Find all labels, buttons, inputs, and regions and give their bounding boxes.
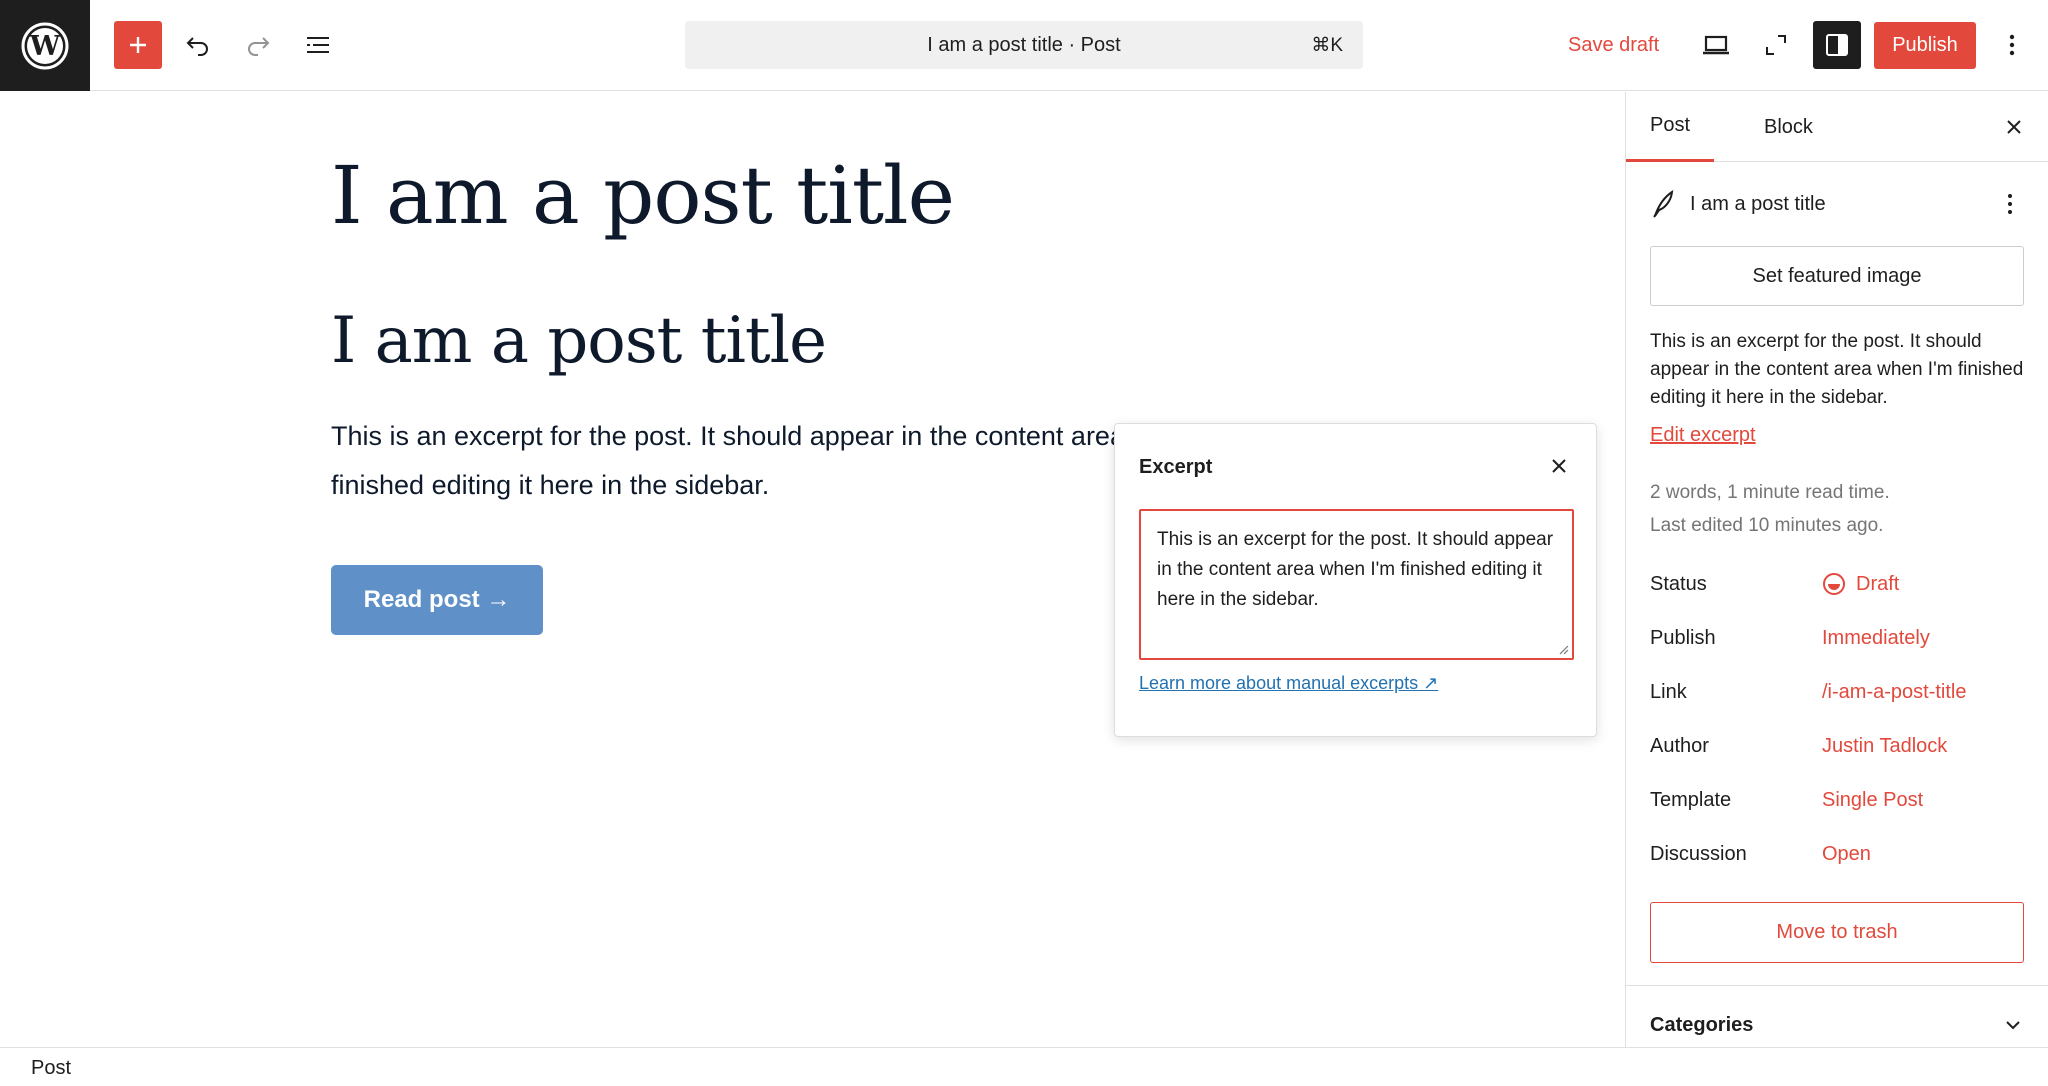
undo-button[interactable] (174, 21, 222, 69)
discussion-row: Discussion Open (1650, 834, 2025, 874)
document-title: I am a post title · Post (927, 33, 1121, 56)
last-edited-text: Last edited 10 minutes ago. (1650, 515, 1884, 536)
permalink-button[interactable]: /i-am-a-post-title (1822, 681, 1966, 704)
chevron-down-icon (2006, 1021, 2020, 1030)
excerpt-textarea-value: This is an excerpt for the post. It shou… (1157, 529, 1554, 610)
sidebar-settings-icon (1826, 34, 1848, 56)
editor-header: W I am a post title · Post ⌘K Save draft (0, 0, 2048, 91)
tab-block[interactable]: Block (1740, 92, 1837, 162)
edit-excerpt-link[interactable]: Edit excerpt (1650, 424, 1756, 447)
settings-sidebar: Post Block I am a post title Set feature… (1625, 92, 2048, 1047)
command-palette-bar[interactable]: I am a post title · Post ⌘K (685, 21, 1363, 69)
post-summary-header: I am a post title (1650, 184, 2025, 224)
status-label: Status (1650, 572, 1707, 595)
redo-button[interactable] (234, 21, 282, 69)
kebab-menu-icon (2008, 194, 2012, 214)
close-sidebar-button[interactable] (1999, 112, 2029, 142)
desktop-preview-icon (1703, 35, 1729, 55)
options-menu-button[interactable] (1988, 21, 2036, 69)
post-title-block[interactable]: I am a post title (331, 304, 827, 378)
editor-footer: Post (0, 1047, 2048, 1086)
breadcrumb[interactable]: Post (31, 1057, 71, 1080)
excerpt-popover-title: Excerpt (1139, 456, 1213, 478)
link-label: Link (1650, 680, 1687, 703)
sidebar-tabs: Post Block (1626, 92, 2048, 162)
kebab-menu-icon (2009, 34, 2015, 56)
read-post-button[interactable]: Read post → (331, 565, 543, 635)
post-summary-title: I am a post title (1690, 192, 1826, 215)
settings-toggle-button[interactable] (1813, 21, 1861, 69)
close-icon (1552, 459, 1566, 473)
svg-text:W: W (29, 31, 61, 62)
template-button[interactable]: Single Post (1822, 789, 1923, 812)
status-value: Draft (1856, 572, 1900, 595)
draft-status-icon (1823, 573, 1845, 595)
excerpt-textarea[interactable]: This is an excerpt for the post. It shou… (1139, 509, 1574, 660)
publish-label: Publish (1650, 626, 1716, 649)
undo-icon (186, 37, 208, 56)
save-draft-button[interactable]: Save draft (1566, 24, 1661, 66)
plus-icon (130, 37, 146, 53)
close-icon (2007, 120, 2021, 134)
categories-label: Categories (1650, 1013, 1754, 1036)
status-row: Status Draft (1650, 564, 2025, 604)
sidebar-divider (1626, 985, 2048, 986)
template-row: Template Single Post (1650, 780, 2025, 820)
template-label: Template (1650, 788, 1732, 811)
tab-post[interactable]: Post (1626, 92, 1715, 162)
set-featured-image-button[interactable]: Set featured image (1650, 246, 2024, 306)
list-view-button[interactable] (294, 21, 342, 69)
post-meta-info: 2 words, 1 minute read time. Last edited… (1650, 476, 1890, 542)
post-title-field[interactable]: I am a post title (331, 149, 955, 242)
preview-button[interactable] (1692, 21, 1740, 69)
excerpt-popover: Excerpt This is an excerpt for the post.… (1114, 423, 1597, 737)
publish-date-button[interactable]: Immediately (1822, 627, 1930, 650)
add-block-button[interactable] (114, 21, 162, 69)
command-shortcut: ⌘K (1311, 35, 1343, 56)
sidebar-excerpt-text: This is an excerpt for the post. It shou… (1650, 331, 2024, 408)
redo-icon (248, 37, 270, 56)
wordpress-logo-icon[interactable]: W (0, 0, 90, 91)
discussion-button[interactable]: Open (1822, 843, 1871, 866)
author-button[interactable]: Justin Tadlock (1822, 735, 1947, 758)
status-value-button[interactable]: Draft (1822, 572, 1899, 596)
fullscreen-icon (1766, 35, 1786, 55)
categories-panel-toggle[interactable]: Categories (1650, 1005, 2025, 1045)
link-row: Link /i-am-a-post-title (1650, 672, 2025, 712)
move-to-trash-button[interactable]: Move to trash (1650, 902, 2024, 963)
resize-grip-icon[interactable] (1557, 643, 1569, 655)
publish-row: Publish Immediately (1650, 618, 2025, 658)
quill-icon (1653, 189, 1674, 218)
discussion-label: Discussion (1650, 842, 1747, 865)
learn-more-excerpts-link[interactable]: Learn more about manual excerpts ↗ (1139, 673, 1438, 694)
excerpt-close-button[interactable] (1544, 451, 1574, 481)
list-view-icon (307, 37, 329, 53)
author-row: Author Justin Tadlock (1650, 726, 2025, 766)
post-actions-menu-button[interactable] (1995, 189, 2025, 219)
word-count-text: 2 words, 1 minute read time. (1650, 482, 1890, 503)
publish-button[interactable]: Publish (1874, 22, 1976, 69)
fullscreen-button[interactable] (1752, 21, 1800, 69)
author-label: Author (1650, 734, 1709, 757)
